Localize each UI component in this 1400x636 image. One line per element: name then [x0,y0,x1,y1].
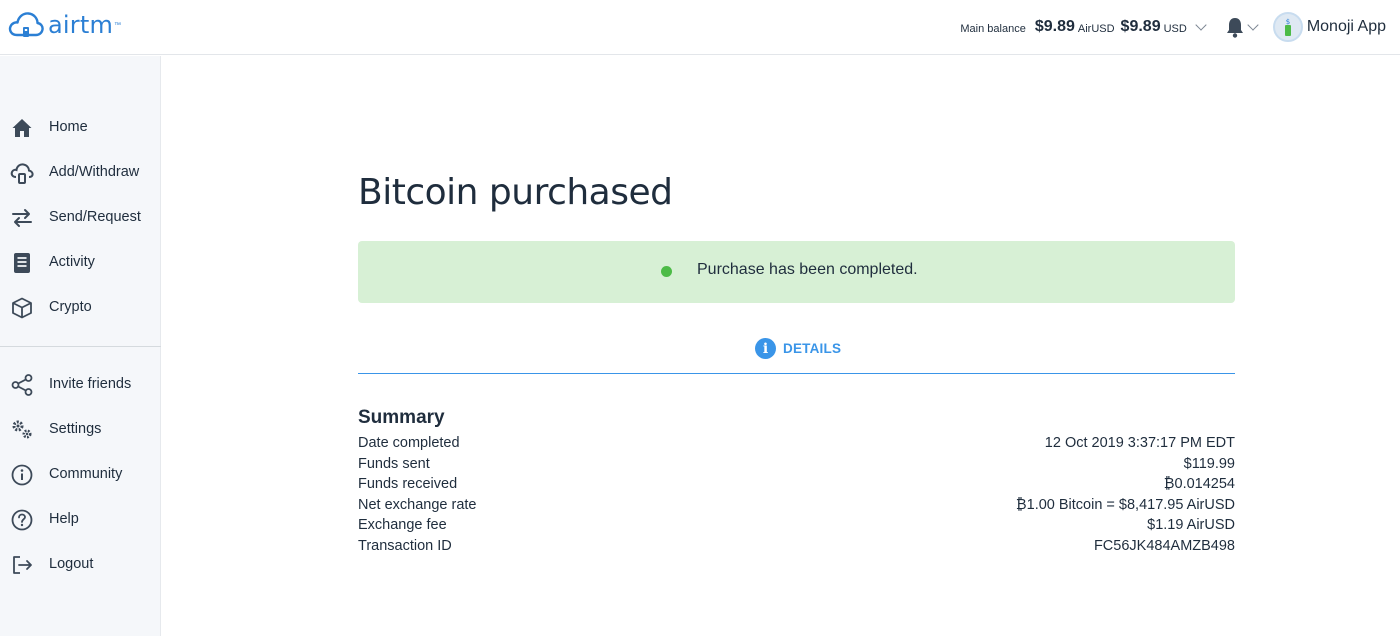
main-balance-label: Main balance [960,22,1026,35]
balance-usd-unit: USD [1163,22,1187,35]
top-header: airtm ™ Main balance $9.89 AirUSD $9.89 U… [0,0,1400,55]
logo-trademark: ™ [114,21,122,29]
notifications-bell-icon[interactable] [1225,16,1245,38]
summary-row-net-exchange-rate: Net exchange rate ₿1.00 Bitcoin = $8,417… [358,497,1235,517]
summary-value: $119.99 [1183,456,1235,472]
info-circle-icon [10,463,34,487]
success-alert: Purchase has been completed. [358,241,1235,303]
cube-icon [10,296,34,320]
balance-airusd-unit: AirUSD [1077,22,1115,35]
balance-dropdown-chevron-icon[interactable] [1195,19,1207,31]
sidebar-item-label: Community [49,466,123,482]
status-dot-icon [661,266,672,277]
cloud-logo-icon [8,12,44,37]
logout-icon [10,553,34,577]
sidebar-divider [0,346,161,347]
notifications-dropdown-chevron-icon[interactable] [1247,19,1259,31]
sidebar-item-invite-friends[interactable]: Invite friends [0,366,161,402]
sidebar-item-crypto[interactable]: Crypto [0,289,161,325]
summary-row-funds-sent: Funds sent $119.99 [358,456,1235,476]
summary-value: FC56JK484AMZB498 [1093,538,1235,554]
sidebar-item-label: Add/Withdraw [49,164,140,180]
sidebar-item-activity[interactable]: Activity [0,244,161,280]
summary-row-funds-received: Funds received ₿0.014254 [358,476,1235,496]
question-circle-icon [10,508,34,532]
tab-details[interactable]: i DETAILS [755,338,841,359]
sidebar: Home Add/Withdraw Send/Request Activity … [0,56,161,636]
summary-label: Net exchange rate [358,497,477,513]
sidebar-item-send-request[interactable]: Send/Request [0,199,161,235]
sidebar-item-label: Activity [49,254,95,270]
summary-row-transaction-id: Transaction ID FC56JK484AMZB498 [358,538,1235,558]
summary-label: Funds sent [358,456,430,472]
sidebar-item-label: Invite friends [49,376,132,392]
sidebar-item-label: Crypto [49,299,92,315]
tab-underline [358,373,1235,374]
page-title: Bitcoin purchased [358,172,673,213]
balance-airusd-amount: $9.89 [1034,18,1075,35]
header-right: Main balance $9.89 AirUSD $9.89 USD $ Mo… [960,12,1386,42]
sidebar-item-community[interactable]: Community [0,456,161,492]
sidebar-item-label: Logout [49,556,94,572]
summary-row-exchange-fee: Exchange fee $1.19 AirUSD [358,517,1235,537]
document-list-icon [10,251,34,275]
balance-usd-amount: $9.89 [1120,18,1161,35]
sidebar-item-add-withdraw[interactable]: Add/Withdraw [0,154,161,190]
summary-value: ₿1.00 Bitcoin = $8,417.95 AirUSD [1015,497,1235,513]
cloud-transfer-icon [10,161,34,185]
summary-label: Funds received [358,476,458,492]
summary-label: Exchange fee [358,517,447,533]
sidebar-item-home[interactable]: Home [0,109,161,145]
sidebar-item-help[interactable]: Help [0,501,161,537]
sidebar-item-label: Send/Request [49,209,141,225]
sidebar-item-logout[interactable]: Logout [0,546,161,582]
info-icon: i [755,338,776,359]
summary-value: $1.19 AirUSD [1147,517,1235,533]
summary-label: Date completed [358,435,460,451]
share-icon [10,373,34,397]
logo-text: airtm [48,11,114,39]
sidebar-item-label: Help [49,511,79,527]
avatar-user-icon: $ [1284,18,1291,36]
user-name[interactable]: Monoji App [1307,18,1386,36]
tab-details-label: DETAILS [783,341,842,356]
home-icon [10,116,34,140]
sidebar-item-label: Home [49,119,88,135]
summary-value: ₿0.014254 [1163,476,1235,492]
summary-row-date-completed: Date completed 12 Oct 2019 3:37:17 PM ED… [358,435,1235,455]
airtm-logo[interactable]: airtm ™ [8,10,121,40]
alert-message: Purchase has been completed. [697,261,918,278]
gears-icon [10,418,34,442]
arrows-exchange-icon [10,206,34,230]
summary-value: 12 Oct 2019 3:37:17 PM EDT [1044,435,1235,451]
user-avatar[interactable]: $ [1272,12,1303,42]
svg-text:$: $ [1286,18,1290,26]
summary-label: Transaction ID [358,538,452,554]
sidebar-item-settings[interactable]: Settings [0,411,161,447]
summary-title: Summary [358,407,445,428]
sidebar-item-label: Settings [49,421,102,437]
